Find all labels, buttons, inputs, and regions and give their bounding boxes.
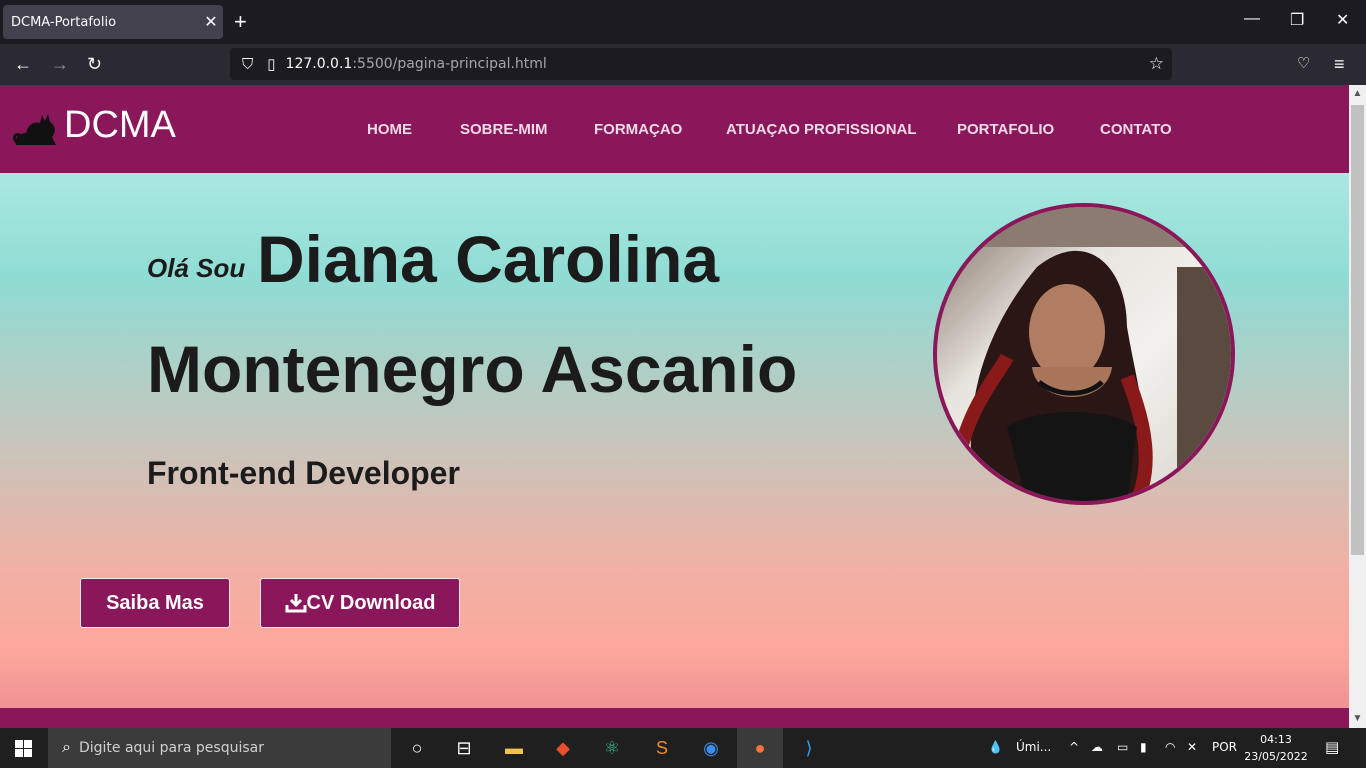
url-text[interactable]: 127.0.0.1:5500/pagina-principal.html	[286, 56, 547, 72]
reload-icon[interactable]: ↻	[87, 54, 102, 74]
windows-taskbar: ⌕ Digite aqui para pesquisar ○ ⊟ ▬ ◆ ⚛ S…	[0, 728, 1366, 768]
show-hidden-icons-icon[interactable]: ^	[1069, 740, 1079, 754]
page-scrollbar[interactable]: ▲ ▼	[1349, 85, 1366, 728]
window-close-icon[interactable]: ✕	[1336, 10, 1349, 30]
taskbar-search[interactable]: ⌕ Digite aqui para pesquisar	[48, 728, 391, 768]
nav-sobre-mim[interactable]: SOBRE-MIM	[460, 121, 548, 138]
nav-atuacao-profissional[interactable]: ATUAÇAO PROFISSIONAL	[726, 121, 917, 138]
bookmark-star-icon[interactable]: ☆	[1149, 54, 1164, 74]
download-icon	[285, 594, 307, 613]
search-icon: ⌕	[62, 739, 71, 756]
browser-toolbar: ← → ↻ ⛉ ▯ 127.0.0.1:5500/pagina-principa…	[0, 44, 1366, 85]
browser-tab-active[interactable]: DCMA-Portafolio ✕	[3, 5, 223, 39]
sublime-icon[interactable]: S	[650, 736, 674, 760]
forward-icon[interactable]: →	[51, 54, 69, 74]
site-header: DCMA HOME SOBRE-MIM FORMAÇAO ATUAÇAO PRO…	[0, 85, 1349, 173]
profile-photo	[933, 203, 1235, 505]
logo-text: DCMA	[64, 103, 176, 146]
meet-now-icon[interactable]: ▭	[1117, 740, 1128, 754]
pocket-icon[interactable]: ♡	[1297, 54, 1310, 74]
nav-portafolio[interactable]: PORTAFOLIO	[957, 121, 1054, 138]
url-host: 127.0.0.1	[285, 56, 353, 72]
role-title: Front-end Developer	[147, 455, 460, 491]
saiba-mas-label: Saiba Mas	[106, 591, 204, 614]
clock-date: 23/05/2022	[1244, 750, 1308, 763]
file-explorer-icon[interactable]: ▬	[502, 736, 526, 760]
language-indicator[interactable]: POR	[1212, 740, 1237, 754]
cv-download-button[interactable]: CV Download	[260, 578, 460, 628]
url-path: :5500/pagina-principal.html	[352, 56, 547, 72]
search-placeholder: Digite aqui para pesquisar	[78, 740, 264, 756]
onedrive-icon[interactable]: ☁	[1091, 740, 1103, 754]
greeting-text: Olá Sou	[147, 253, 246, 283]
git-icon[interactable]: ◆	[551, 736, 575, 760]
scroll-thumb[interactable]	[1351, 105, 1364, 555]
site-logo[interactable]: DCMA	[12, 103, 176, 147]
taskbar-clock[interactable]: 04:13 23/05/2022	[1236, 731, 1316, 765]
restore-icon[interactable]: ❐	[1290, 10, 1304, 30]
close-tab-icon[interactable]: ✕	[199, 12, 223, 32]
wifi-icon[interactable]: ◠	[1165, 740, 1175, 754]
scroll-down-icon[interactable]: ▼	[1349, 713, 1366, 724]
notifications-icon[interactable]: ▤	[1325, 738, 1339, 756]
weather-icon[interactable]: 💧	[988, 740, 1003, 754]
saiba-mas-button[interactable]: Saiba Mas	[80, 578, 230, 628]
browser-tab-bar: DCMA-Portafolio ✕ + — ❐ ✕	[0, 0, 1366, 44]
vscode-icon[interactable]: ⟩	[797, 736, 821, 760]
cv-download-label: CV Download	[306, 591, 436, 614]
windows-start-icon[interactable]	[15, 740, 32, 757]
cortana-icon[interactable]: ○	[405, 736, 429, 760]
atom-icon[interactable]: ⚛	[600, 736, 624, 760]
task-view-icon[interactable]: ⊟	[452, 736, 476, 760]
nav-contato[interactable]: CONTATO	[1100, 121, 1172, 138]
battery-icon[interactable]: ▮	[1140, 740, 1147, 754]
page-bottom-band	[0, 708, 1349, 728]
hamburger-menu-icon[interactable]: ≡	[1334, 54, 1345, 74]
weather-text[interactable]: Úmi...	[1016, 740, 1051, 754]
new-tab-icon[interactable]: +	[234, 10, 247, 34]
name-line-1: Diana Carolina	[257, 222, 720, 296]
nav-formacao[interactable]: FORMAÇAO	[594, 121, 682, 138]
scroll-up-icon[interactable]: ▲	[1349, 88, 1366, 99]
volume-muted-icon[interactable]: ✕	[1187, 740, 1197, 754]
chrome-icon[interactable]: ◉	[699, 736, 723, 760]
clock-time: 04:13	[1260, 733, 1292, 746]
tab-title: DCMA-Portafolio	[11, 14, 117, 30]
cat-logo-icon	[12, 114, 56, 145]
page-icon: ▯	[267, 56, 276, 73]
name-line-2: Montenegro Ascanio	[147, 332, 798, 406]
page-viewport: DCMA HOME SOBRE-MIM FORMAÇAO ATUAÇAO PRO…	[0, 85, 1349, 728]
firefox-icon[interactable]: ●	[737, 728, 783, 768]
back-icon[interactable]: ←	[14, 54, 32, 74]
shield-icon[interactable]: ⛉	[242, 56, 253, 73]
nav-home[interactable]: HOME	[367, 121, 412, 138]
minimize-icon[interactable]: —	[1244, 10, 1260, 28]
url-bar[interactable]: ⛉ ▯ 127.0.0.1:5500/pagina-principal.html…	[230, 48, 1172, 80]
